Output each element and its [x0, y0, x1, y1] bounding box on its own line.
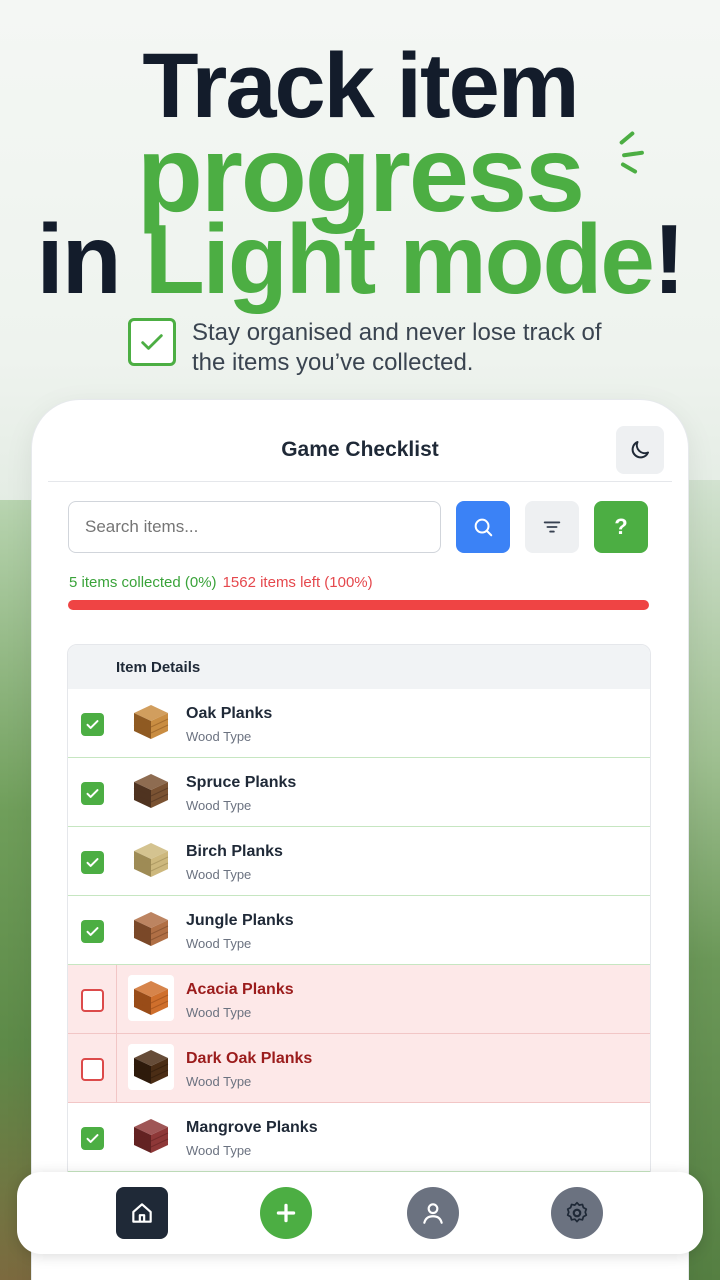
row-divider	[116, 965, 117, 1033]
filter-icon	[543, 521, 561, 533]
plank-block-icon	[128, 1044, 174, 1090]
search-input[interactable]	[68, 501, 441, 553]
search-button[interactable]	[456, 501, 510, 553]
table-row[interactable]: Spruce Planks Wood Type	[68, 758, 650, 827]
nav-home-button[interactable]	[116, 1187, 168, 1239]
item-name: Birch Planks	[186, 843, 283, 860]
plank-block-icon	[128, 699, 174, 745]
item-checkbox[interactable]	[81, 851, 104, 874]
item-type: Wood Type	[186, 867, 252, 882]
item-type: Wood Type	[186, 1005, 252, 1020]
item-name: Oak Planks	[186, 705, 273, 722]
item-type: Wood Type	[186, 936, 252, 951]
hero-heading-exclaim: !	[652, 204, 686, 314]
app-header: Game Checklist	[48, 416, 672, 482]
item-checkbox[interactable]	[81, 920, 104, 943]
plank-block-icon	[128, 837, 174, 883]
remaining-count: 1562 items left (100%)	[222, 574, 373, 591]
table-row[interactable]: Birch Planks Wood Type	[68, 827, 650, 896]
tagline: Stay organised and never lose track of t…	[128, 318, 622, 378]
table-row[interactable]: Dark Oak Planks Wood Type	[68, 1034, 650, 1103]
row-divider	[116, 1034, 117, 1102]
nav-settings-button[interactable]	[551, 1187, 603, 1239]
item-type: Wood Type	[186, 1143, 252, 1158]
check-icon	[86, 789, 99, 798]
plus-icon	[276, 1203, 296, 1223]
item-name: Jungle Planks	[186, 912, 294, 929]
item-checkbox[interactable]	[81, 782, 104, 805]
item-checkbox[interactable]	[81, 1058, 104, 1081]
table-row[interactable]: Mangrove Planks Wood Type	[68, 1103, 650, 1172]
help-button[interactable]: ?	[594, 501, 648, 553]
bottom-nav	[17, 1172, 703, 1254]
nav-add-button[interactable]	[260, 1187, 312, 1239]
nav-profile-button[interactable]	[407, 1187, 459, 1239]
item-checkbox[interactable]	[81, 1127, 104, 1150]
items-table: Item Details Oak Planks Wood Type Spruce P…	[67, 644, 651, 1184]
item-type: Wood Type	[186, 1074, 252, 1089]
user-icon	[423, 1203, 443, 1224]
sparkle-icon	[612, 128, 652, 178]
item-checkbox[interactable]	[81, 713, 104, 736]
plank-block-icon	[128, 768, 174, 814]
hero-heading-light-mode: Light mode	[144, 204, 655, 314]
plank-block-icon	[128, 975, 174, 1021]
table-row[interactable]: Jungle Planks Wood Type	[68, 896, 650, 965]
item-checkbox[interactable]	[81, 989, 104, 1012]
theme-toggle-button[interactable]	[616, 426, 664, 474]
hero-heading-line3: in Light mode!	[0, 210, 720, 308]
table-row[interactable]: Oak Planks Wood Type	[68, 689, 650, 758]
item-type: Wood Type	[186, 729, 252, 744]
item-name: Spruce Planks	[186, 774, 297, 791]
check-icon	[86, 1134, 99, 1143]
check-icon	[86, 927, 99, 936]
item-name: Mangrove Planks	[186, 1119, 318, 1136]
hero-section: Track item progress in Light mode! Stay …	[0, 0, 720, 400]
progress-stats: 5 items collected (0%) 1562 items left (1…	[69, 574, 373, 591]
gear-icon	[566, 1201, 588, 1223]
plank-block-icon	[128, 1113, 174, 1159]
table-header: Item Details	[68, 645, 650, 689]
home-icon	[132, 1203, 152, 1223]
app-title: Game Checklist	[281, 438, 439, 461]
moon-icon	[631, 441, 649, 459]
background-scenery-right	[688, 480, 720, 1280]
hero-heading-line3-prefix: in	[36, 204, 145, 314]
check-icon	[86, 720, 99, 729]
filter-button[interactable]	[525, 501, 579, 553]
checkmark-icon	[128, 318, 176, 366]
app-card: Game Checklist ? 5 items collected (0%) 1…	[32, 400, 688, 1280]
check-icon	[86, 858, 99, 867]
item-name: Dark Oak Planks	[186, 1050, 313, 1067]
collected-count: 5 items collected (0%)	[69, 574, 217, 591]
tagline-text: Stay organised and never lose track of t…	[192, 319, 602, 376]
table-row[interactable]: Acacia Planks Wood Type	[68, 965, 650, 1034]
search-icon	[474, 518, 493, 537]
item-name: Acacia Planks	[186, 981, 294, 998]
progress-bar	[68, 600, 649, 610]
item-type: Wood Type	[186, 798, 252, 813]
plank-block-icon	[128, 906, 174, 952]
